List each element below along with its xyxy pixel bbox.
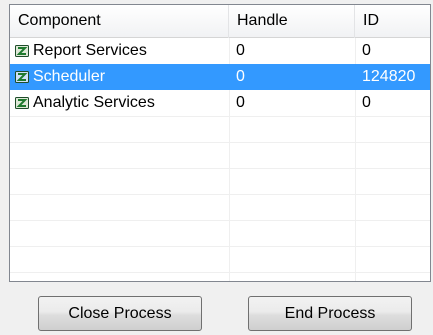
row-name-cell: Scheduler: [14, 64, 105, 90]
column-header-id[interactable]: ID: [355, 5, 430, 38]
grid-line: [10, 116, 430, 117]
row-name-cell: Report Services: [14, 38, 147, 64]
grid-line: [10, 220, 430, 221]
table-row[interactable]: Analytic Services 0 0: [10, 90, 430, 116]
row-name: Report Services: [33, 42, 147, 59]
row-handle: 0: [236, 68, 245, 85]
row-handle: 0: [236, 42, 245, 59]
row-name: Analytic Services: [33, 94, 155, 111]
process-list-view[interactable]: Component Handle ID Report Services 0 0 …: [9, 4, 431, 282]
table-row-selected[interactable]: Scheduler 0 124820: [10, 64, 430, 90]
grid-line: [10, 168, 430, 169]
component-icon: [15, 71, 29, 83]
grid-line: [10, 272, 430, 273]
end-process-button[interactable]: End Process: [248, 296, 412, 331]
row-name: Scheduler: [33, 68, 106, 85]
grid-line: [10, 246, 430, 247]
close-process-button[interactable]: Close Process: [38, 296, 202, 331]
component-icon: [15, 45, 29, 57]
grid-line: [10, 142, 430, 143]
row-id: 0: [362, 42, 371, 59]
row-handle: 0: [236, 94, 245, 111]
column-header-handle[interactable]: Handle: [229, 5, 355, 38]
row-id: 0: [362, 94, 371, 111]
grid-line: [10, 194, 430, 195]
row-name-cell: Analytic Services: [14, 90, 155, 116]
component-icon: [15, 97, 29, 109]
list-header: Component Handle ID: [10, 5, 430, 38]
column-header-component[interactable]: Component: [10, 5, 229, 38]
row-id: 124820: [362, 68, 416, 85]
table-row[interactable]: Report Services 0 0: [10, 38, 430, 64]
